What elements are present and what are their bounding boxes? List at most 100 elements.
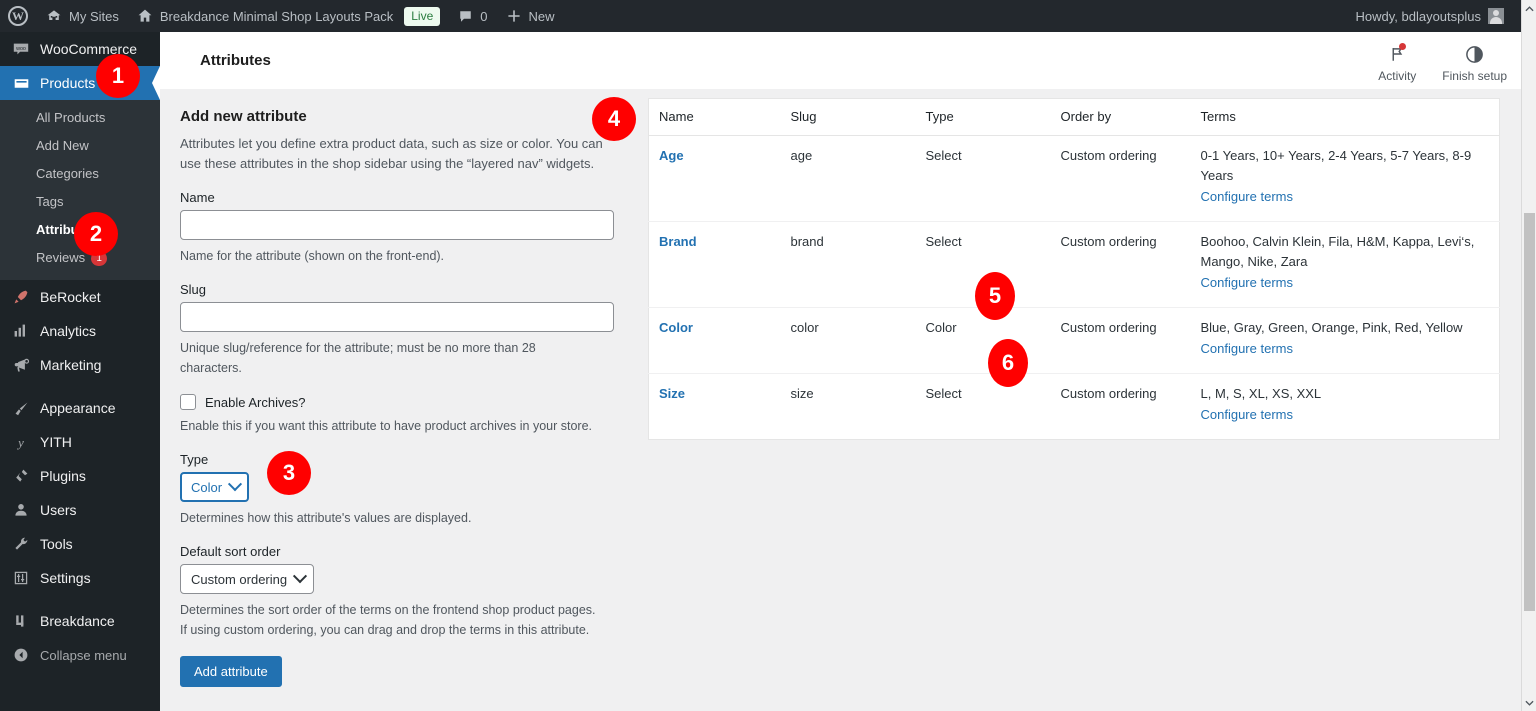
attribute-slug: age: [780, 135, 916, 222]
scrollbar-track[interactable]: [1522, 16, 1536, 695]
sidebar-item-woocommerce[interactable]: woo WooCommerce: [0, 32, 160, 66]
admin-bar: My Sites Breakdance Minimal Shop Layouts…: [0, 0, 1521, 32]
admin-screen: My Sites Breakdance Minimal Shop Layouts…: [0, 0, 1536, 711]
sidebar-label: YITH: [40, 434, 72, 450]
sidebar-item-breakdance[interactable]: Breakdance: [0, 604, 160, 638]
enable-archives-checkbox[interactable]: [180, 394, 196, 410]
annotation-marker-5: 5: [975, 272, 1015, 320]
content-area: Attributes Activity Finish setup Add new…: [160, 32, 1521, 711]
sidebar-item-analytics[interactable]: Analytics: [0, 314, 160, 348]
settings-icon: [11, 568, 31, 588]
sidebar-item-appearance[interactable]: Appearance: [0, 391, 160, 425]
plug-icon: [11, 466, 31, 486]
scrollbar-thumb[interactable]: [1524, 213, 1535, 611]
sidebar-item-marketing[interactable]: Marketing: [0, 348, 160, 382]
add-attribute-button[interactable]: Add attribute: [180, 656, 282, 687]
new-content-menu[interactable]: New: [497, 0, 564, 32]
sidebar-item-all-products[interactable]: All Products: [0, 104, 160, 132]
site-name-menu[interactable]: Breakdance Minimal Shop Layouts Pack Liv…: [128, 0, 449, 32]
my-sites-menu[interactable]: My Sites: [37, 0, 128, 32]
breakdance-icon: [11, 611, 31, 631]
annotation-marker-2: 2: [74, 212, 118, 256]
collapse-menu-button[interactable]: Collapse menu: [0, 638, 160, 672]
sidebar-item-users[interactable]: Users: [0, 493, 160, 527]
slug-label: Slug: [180, 282, 207, 297]
add-attribute-panel: Add new attribute Attributes let you def…: [160, 90, 648, 711]
sidebar-item-add-new[interactable]: Add New: [0, 132, 160, 160]
site-name-label: Breakdance Minimal Shop Layouts Pack: [159, 8, 394, 24]
attribute-name-link[interactable]: Color: [659, 320, 693, 335]
sidebar-item-berocket[interactable]: BeRocket: [0, 280, 160, 314]
sidebar-item-yith[interactable]: y YITH: [0, 425, 160, 459]
menu-separator: [0, 382, 160, 391]
wordpress-logo-button[interactable]: [0, 0, 37, 32]
default-sort-order-select[interactable]: Custom ordering: [180, 564, 315, 594]
home-icon: [138, 9, 152, 22]
table-header-row: Name Slug Type Order by Terms: [648, 98, 1500, 136]
user-icon: [11, 500, 31, 520]
sidebar-label: Users: [40, 502, 77, 518]
submenu-label: Tags: [36, 194, 64, 209]
sidebar-label: Tools: [40, 536, 73, 552]
attribute-name-link[interactable]: Size: [659, 386, 685, 401]
comments-menu[interactable]: 0: [449, 0, 496, 32]
scroll-down-arrow-icon[interactable]: [1522, 695, 1536, 711]
attribute-name-link[interactable]: Brand: [659, 234, 697, 249]
page-title: Attributes: [200, 52, 271, 69]
column-header-slug: Slug: [780, 98, 916, 136]
column-header-orderby: Order by: [1050, 98, 1191, 136]
sidebar-label: Products: [40, 75, 96, 91]
attribute-orderby: Custom ordering: [1050, 307, 1191, 374]
submenu-label: Add New: [36, 138, 89, 153]
flag-icon: [1386, 43, 1408, 64]
wordpress-logo-icon: [8, 6, 28, 26]
column-header-terms: Terms: [1190, 98, 1500, 136]
avatar: [1488, 8, 1504, 24]
attribute-terms: Blue, Gray, Green, Orange, Pink, Red, Ye…: [1200, 320, 1463, 335]
sidebar-item-tags[interactable]: Tags: [0, 188, 160, 216]
enable-archives-label: Enable Archives?: [205, 394, 306, 410]
chevron-down-icon: [293, 569, 308, 584]
sort-help-text: Determines the sort order of the terms o…: [180, 603, 596, 637]
attribute-type: Select: [915, 135, 1051, 222]
megaphone-icon: [11, 355, 31, 375]
configure-terms-link[interactable]: Configure terms: [1201, 339, 1490, 359]
sidebar-label: Appearance: [40, 400, 116, 416]
activity-button[interactable]: Activity: [1378, 43, 1416, 83]
column-header-type: Type: [915, 98, 1051, 136]
sidebar-label: Analytics: [40, 323, 97, 339]
sidebar-item-settings[interactable]: Settings: [0, 561, 160, 595]
attribute-terms: Boohoo, Calvin Klein, Fila, H&M, Kappa, …: [1200, 234, 1475, 269]
attribute-type-select[interactable]: Color: [180, 472, 250, 502]
menu-separator: [0, 595, 160, 604]
attribute-name-link[interactable]: Age: [659, 148, 684, 163]
user-account-menu[interactable]: Howdy, bdlayoutsplus: [1347, 0, 1514, 32]
page-header: Attributes Activity Finish setup: [160, 32, 1521, 90]
attribute-name-input[interactable]: [180, 210, 614, 240]
attribute-terms: 0-1 Years, 10+ Years, 2-4 Years, 5-7 Yea…: [1200, 148, 1472, 183]
plus-icon: [507, 10, 520, 22]
name-help-text: Name for the attribute (shown on the fro…: [180, 249, 445, 263]
finish-setup-button[interactable]: Finish setup: [1442, 44, 1507, 83]
sidebar-item-categories[interactable]: Categories: [0, 160, 160, 188]
configure-terms-link[interactable]: Configure terms: [1201, 187, 1490, 207]
sort-order-value: Custom ordering: [191, 571, 288, 587]
attribute-orderby: Custom ordering: [1050, 135, 1191, 222]
sidebar-item-tools[interactable]: Tools: [0, 527, 160, 561]
enable-archives-row[interactable]: Enable Archives?: [180, 394, 628, 410]
sidebar-item-plugins[interactable]: Plugins: [0, 459, 160, 493]
annotation-marker-4: 4: [592, 97, 636, 141]
sidebar-label: BeRocket: [40, 289, 101, 305]
panel-heading: Add new attribute: [180, 108, 307, 125]
comment-count: 0: [480, 8, 488, 24]
page-scrollbar[interactable]: [1521, 0, 1536, 711]
attribute-slug-input[interactable]: [180, 302, 614, 332]
configure-terms-link[interactable]: Configure terms: [1201, 405, 1490, 425]
my-sites-label: My Sites: [69, 8, 119, 24]
scroll-up-arrow-icon[interactable]: [1522, 0, 1536, 16]
woocommerce-icon: woo: [11, 39, 31, 59]
sidebar-label: Settings: [40, 570, 91, 586]
configure-terms-link[interactable]: Configure terms: [1201, 273, 1490, 293]
table-row: Color color Color Custom ordering Blue, …: [648, 307, 1500, 374]
attribute-orderby: Custom ordering: [1060, 386, 1157, 401]
